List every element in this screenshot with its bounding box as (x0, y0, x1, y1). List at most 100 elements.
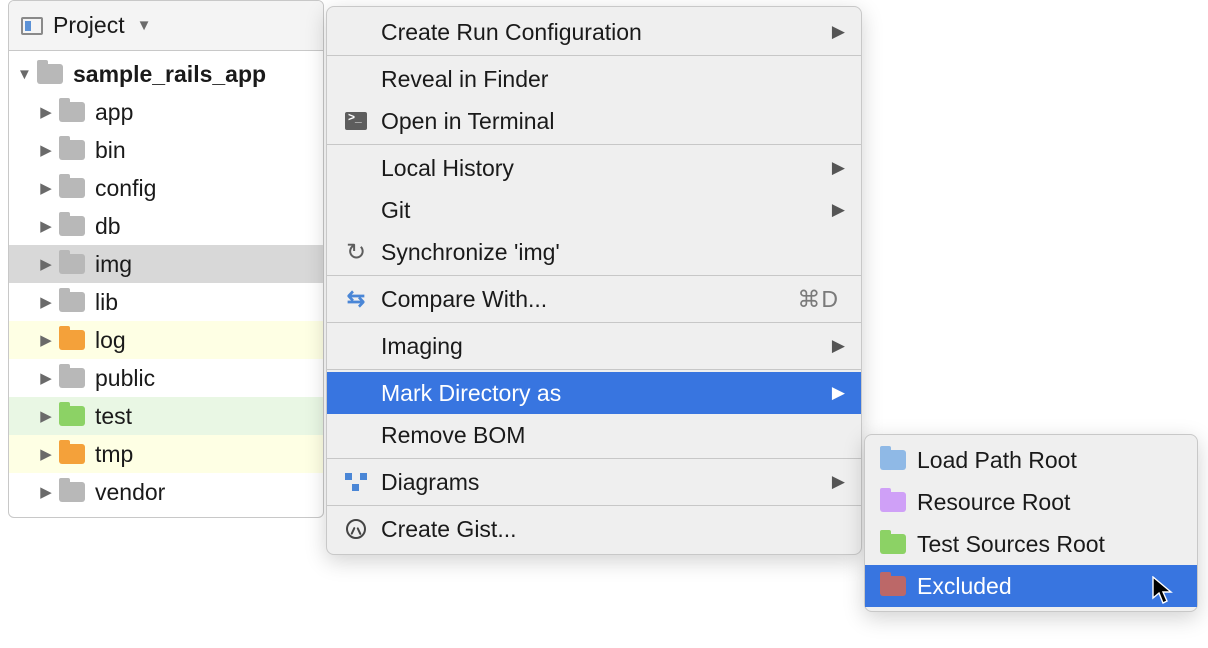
folder-icon (59, 178, 85, 198)
tree-node-label: sample_rails_app (73, 61, 266, 88)
menu-item-mark-directory[interactable]: Mark Directory as ▶ (327, 372, 861, 414)
expand-arrow-icon[interactable]: ▶ (39, 483, 53, 501)
menu-item-label: Remove BOM (381, 422, 525, 449)
diagrams-icon (343, 469, 369, 495)
toolwindow-header[interactable]: Project ▼ (9, 1, 323, 51)
folder-icon (59, 254, 85, 274)
tree-item-config[interactable]: ▶ config (9, 169, 323, 207)
tree-node-label: config (95, 175, 156, 202)
github-icon (343, 516, 369, 542)
project-toolwindow: Project ▼ ▼ sample_rails_app ▶ app ▶ bin… (8, 0, 324, 518)
tree-item-public[interactable]: ▶ public (9, 359, 323, 397)
menu-shortcut: ⌘D (797, 286, 839, 313)
tree-item-log[interactable]: ▶ log (9, 321, 323, 359)
folder-icon (879, 573, 907, 599)
folder-icon (879, 531, 907, 557)
menu-item-remove-bom[interactable]: Remove BOM (327, 414, 861, 456)
submenu-arrow-icon: ▶ (832, 158, 845, 178)
tree-node-label: test (95, 403, 132, 430)
menu-item-label: Synchronize 'img' (381, 239, 560, 266)
menu-item-label: Resource Root (917, 489, 1070, 516)
menu-item-label: Reveal in Finder (381, 66, 548, 93)
folder-icon (879, 447, 907, 473)
tree-root[interactable]: ▼ sample_rails_app (9, 55, 323, 93)
menu-item-synchronize[interactable]: ↻ Synchronize 'img' (327, 231, 861, 273)
expand-arrow-icon[interactable]: ▶ (39, 331, 53, 349)
toolwindow-title: Project (53, 12, 125, 39)
tree-item-db[interactable]: ▶ db (9, 207, 323, 245)
expand-arrow-icon[interactable]: ▶ (39, 141, 53, 159)
folder-icon (37, 64, 63, 84)
submenu-item-resource[interactable]: Resource Root (865, 481, 1197, 523)
tree-node-label: tmp (95, 441, 133, 468)
expand-arrow-icon[interactable]: ▶ (39, 445, 53, 463)
expand-arrow-icon[interactable]: ▶ (39, 103, 53, 121)
terminal-icon (343, 108, 369, 134)
folder-icon (59, 368, 85, 388)
submenu-item-test-sources[interactable]: Test Sources Root (865, 523, 1197, 565)
folder-icon (879, 489, 907, 515)
tree-node-label: lib (95, 289, 118, 316)
folder-icon (59, 444, 85, 464)
expand-arrow-icon[interactable]: ▶ (39, 407, 53, 425)
menu-item-reveal[interactable]: Reveal in Finder (327, 58, 861, 100)
context-menu: Create Run Configuration ▶ Reveal in Fin… (326, 6, 862, 555)
menu-separator (327, 369, 861, 370)
chevron-down-icon[interactable]: ▼ (137, 17, 152, 34)
menu-item-compare[interactable]: ⇆ Compare With... ⌘D (327, 278, 861, 320)
tree-node-label: img (95, 251, 132, 278)
folder-icon (59, 482, 85, 502)
compare-icon: ⇆ (343, 286, 369, 312)
tree-item-app[interactable]: ▶ app (9, 93, 323, 131)
tree-node-label: bin (95, 137, 126, 164)
menu-separator (327, 275, 861, 276)
menu-item-local-history[interactable]: Local History ▶ (327, 147, 861, 189)
expand-arrow-icon[interactable]: ▼ (17, 66, 31, 83)
tree-node-label: vendor (95, 479, 165, 506)
tree-node-label: public (95, 365, 155, 392)
menu-item-label: Git (381, 197, 410, 224)
menu-item-label: Diagrams (381, 469, 479, 496)
menu-item-label: Create Gist... (381, 516, 516, 543)
tree-item-lib[interactable]: ▶ lib (9, 283, 323, 321)
folder-icon (59, 102, 85, 122)
menu-item-create-gist[interactable]: Create Gist... (327, 508, 861, 550)
folder-icon (59, 406, 85, 426)
submenu-item-excluded[interactable]: Excluded (865, 565, 1197, 607)
tree-node-label: db (95, 213, 121, 240)
menu-item-label: Imaging (381, 333, 463, 360)
mark-directory-submenu: Load Path Root Resource Root Test Source… (864, 434, 1198, 612)
menu-separator (327, 55, 861, 56)
menu-item-git[interactable]: Git ▶ (327, 189, 861, 231)
submenu-arrow-icon: ▶ (832, 383, 845, 403)
tree-item-tmp[interactable]: ▶ tmp (9, 435, 323, 473)
submenu-arrow-icon: ▶ (832, 22, 845, 42)
tree-item-vendor[interactable]: ▶ vendor (9, 473, 323, 511)
menu-separator (327, 144, 861, 145)
expand-arrow-icon[interactable]: ▶ (39, 179, 53, 197)
menu-item-label: Load Path Root (917, 447, 1077, 474)
expand-arrow-icon[interactable]: ▶ (39, 369, 53, 387)
tree-item-bin[interactable]: ▶ bin (9, 131, 323, 169)
expand-arrow-icon[interactable]: ▶ (39, 293, 53, 311)
expand-arrow-icon[interactable]: ▶ (39, 255, 53, 273)
folder-icon (59, 292, 85, 312)
menu-item-label: Excluded (917, 573, 1012, 600)
menu-item-imaging[interactable]: Imaging ▶ (327, 325, 861, 367)
tree-item-test[interactable]: ▶ test (9, 397, 323, 435)
menu-item-label: Mark Directory as (381, 380, 561, 407)
menu-item-label: Test Sources Root (917, 531, 1105, 558)
submenu-arrow-icon: ▶ (832, 472, 845, 492)
menu-item-label: Local History (381, 155, 514, 182)
menu-item-diagrams[interactable]: Diagrams ▶ (327, 461, 861, 503)
tree-item-img[interactable]: ▶ img (9, 245, 323, 283)
project-view-icon (21, 17, 43, 35)
project-tree: ▼ sample_rails_app ▶ app ▶ bin ▶ config … (9, 51, 323, 517)
menu-item-label: Compare With... (381, 286, 547, 313)
expand-arrow-icon[interactable]: ▶ (39, 217, 53, 235)
submenu-item-load-path[interactable]: Load Path Root (865, 439, 1197, 481)
menu-item-create-run-config[interactable]: Create Run Configuration ▶ (327, 11, 861, 53)
tree-node-label: app (95, 99, 133, 126)
menu-item-open-terminal[interactable]: Open in Terminal (327, 100, 861, 142)
submenu-arrow-icon: ▶ (832, 336, 845, 356)
